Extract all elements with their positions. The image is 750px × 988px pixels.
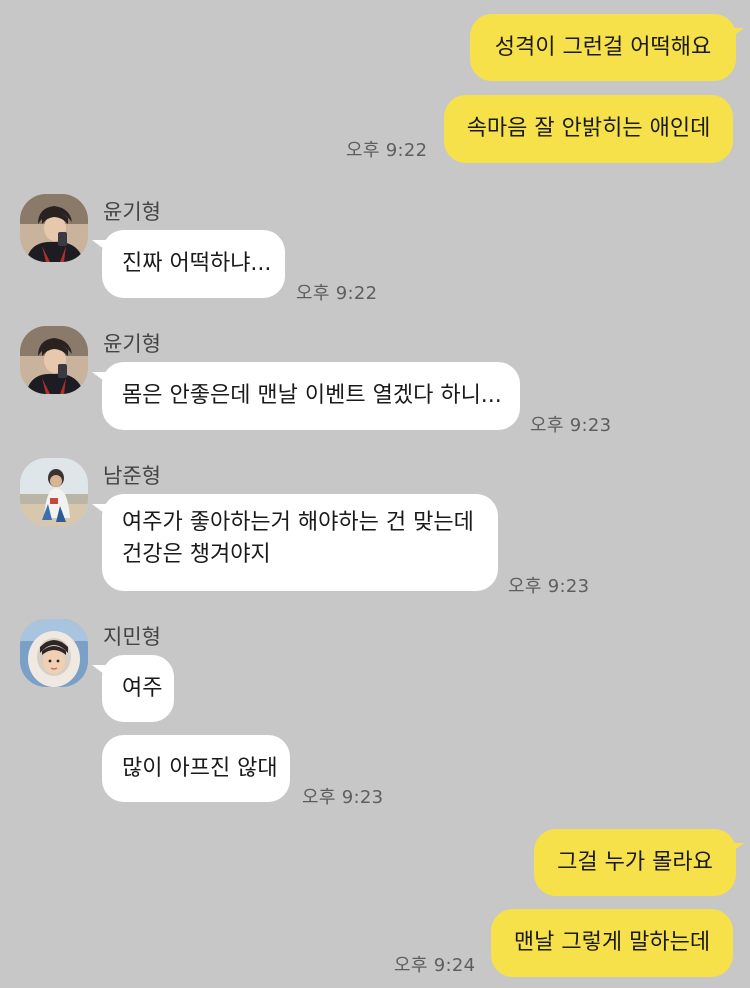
message-timestamp: 오후 9:22	[296, 283, 378, 304]
profile-avatar[interactable]	[20, 619, 88, 687]
bubble-tail	[728, 843, 744, 855]
profile-avatar[interactable]	[20, 326, 88, 394]
profile-avatar[interactable]	[20, 194, 88, 262]
message-bubble-sent[interactable]: 맨날 그렇게 말하는데	[491, 909, 733, 977]
message-bubble-sent[interactable]: 속마음 잘 안밝히는 애인데	[444, 95, 733, 163]
message-bubble-received[interactable]: 몸은 안좋은데 맨날 이벤트 열겠다 하니...	[102, 362, 520, 430]
avatar-yoongi-icon	[20, 326, 88, 394]
sender-name: 남준형	[103, 464, 161, 488]
message-bubble-received[interactable]: 여주	[102, 655, 174, 722]
message-timestamp: 오후 9:22	[346, 140, 428, 161]
message-timestamp: 오후 9:23	[530, 415, 612, 436]
avatar-namjoon-icon	[20, 458, 88, 526]
profile-avatar[interactable]	[20, 458, 88, 526]
message-bubble-received[interactable]: 진짜 어떡하냐...	[102, 230, 285, 298]
sender-name: 지민형	[103, 625, 161, 649]
message-timestamp: 오후 9:24	[394, 955, 476, 976]
message-bubble-received[interactable]: 많이 아프진 않대	[102, 735, 290, 802]
message-bubble-sent[interactable]: 그걸 누가 몰라요	[534, 829, 736, 896]
sender-name: 윤기형	[103, 332, 161, 356]
bubble-tail	[728, 28, 744, 40]
message-bubble-sent[interactable]: 성격이 그런걸 어떡해요	[470, 14, 736, 81]
message-timestamp: 오후 9:23	[508, 576, 590, 597]
message-bubble-received[interactable]: 여주가 좋아하는거 해야하는 건 맞는데 건강은 챙겨야지	[102, 494, 498, 591]
avatar-yoongi-icon	[20, 194, 88, 262]
sender-name: 윤기형	[103, 200, 161, 224]
avatar-jimin-icon	[20, 619, 88, 687]
message-timestamp: 오후 9:23	[302, 787, 384, 808]
